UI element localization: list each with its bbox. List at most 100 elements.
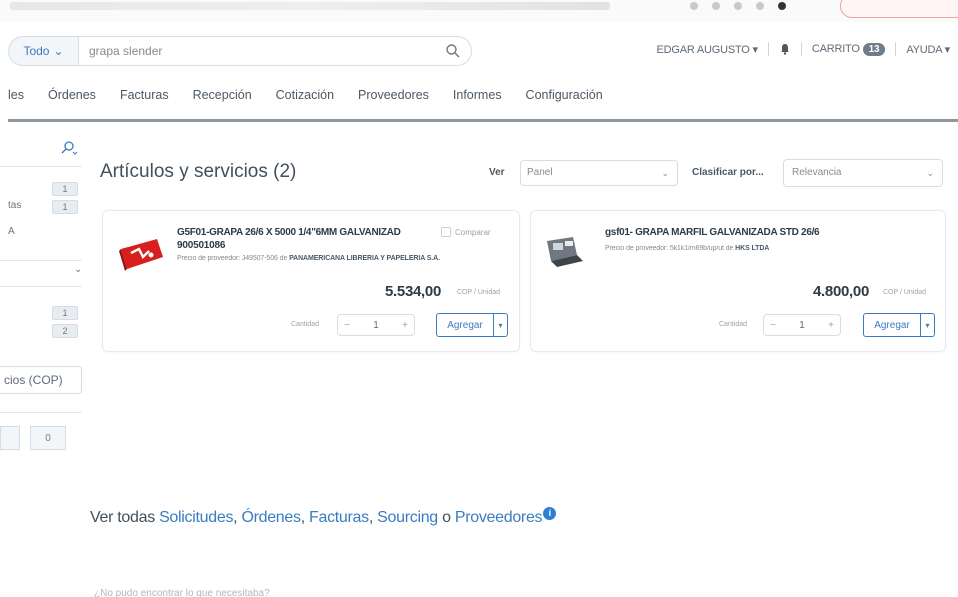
browser-icon[interactable]: [690, 2, 698, 10]
link-suppliers[interactable]: Proveedores: [455, 509, 543, 526]
search-scope-dropdown[interactable]: Todo ⌄: [8, 36, 78, 66]
chevron-down-icon[interactable]: ⌄: [74, 264, 82, 275]
menu-item-orders[interactable]: Órdenes: [36, 88, 108, 112]
menu-item-receiving[interactable]: Recepción: [181, 88, 264, 112]
divider: [767, 42, 769, 56]
quantity-label: Cantidad: [291, 321, 320, 328]
menu-divider: [8, 119, 958, 122]
chevron-down-icon: ⌄: [53, 44, 64, 58]
filter-count-badge: 1: [52, 182, 78, 196]
main-menu: les Órdenes Facturas Recepción Cotizació…: [0, 88, 615, 112]
link-sourcing[interactable]: Sourcing: [377, 509, 438, 526]
divider: [800, 42, 802, 56]
quantity-value[interactable]: 1: [782, 320, 822, 331]
search-bar: Todo ⌄ EDGAR AUGUSTO ▾ CARRITO 13 AYUDA …: [0, 34, 958, 70]
compare-label: Comparar: [455, 227, 491, 237]
search-icon[interactable]: [58, 140, 78, 156]
add-options-dropdown[interactable]: ▾: [921, 313, 935, 337]
filter-sidebar: 1 tas 1 A ⌄ 1 2 cios (COP) 0: [0, 130, 88, 460]
quantity-stepper[interactable]: − 1 +: [763, 314, 841, 336]
view-select[interactable]: Panel ⌄: [520, 160, 678, 186]
quantity-value[interactable]: 1: [356, 320, 396, 331]
help-text: ¿No pudo encontrar lo que necesitaba?: [94, 588, 270, 597]
info-icon[interactable]: i: [543, 507, 557, 520]
menu-item-suppliers[interactable]: Proveedores: [346, 88, 441, 112]
add-options-dropdown[interactable]: ▾: [494, 313, 508, 337]
product-code: 900501086: [177, 240, 226, 251]
browser-icon[interactable]: [734, 2, 742, 10]
compare-checkbox[interactable]: Comparar: [441, 227, 491, 237]
increment-button[interactable]: +: [396, 320, 414, 331]
checkbox[interactable]: [441, 227, 451, 237]
menu-item-reports[interactable]: Informes: [441, 88, 514, 112]
product-title[interactable]: gsf01- GRAPA MARFIL GALVANIZADA STD 26/6: [605, 227, 925, 239]
cart-label: CARRITO: [811, 43, 860, 55]
decrement-button[interactable]: −: [338, 320, 356, 331]
product-price: 5.534,00: [385, 283, 441, 300]
price-unit: COP / Unidad: [883, 289, 927, 296]
quantity-stepper[interactable]: − 1 +: [337, 314, 415, 336]
view-value: Panel: [527, 167, 553, 178]
filter-count-badge: 1: [52, 306, 78, 320]
cart-link[interactable]: CARRITO 13: [811, 43, 886, 56]
help-menu[interactable]: AYUDA ▾: [906, 43, 950, 56]
supplier-info: Precio de proveedor: J49507-506 de PANAM…: [177, 255, 507, 262]
supplier-prefix: Precio de proveedor: 5k1k1/m69b/up/ut de: [605, 245, 734, 252]
increment-button[interactable]: +: [822, 320, 840, 331]
bell-icon[interactable]: [779, 43, 791, 55]
product-price: 4.800,00: [813, 283, 869, 300]
results-title: Artículos y servicios (2): [100, 161, 297, 182]
price-unit: COP / Unidad: [457, 289, 501, 296]
user-name: EDGAR AUGUSTO: [656, 43, 750, 56]
decrement-button[interactable]: −: [764, 320, 782, 331]
user-menu[interactable]: EDGAR AUGUSTO ▾: [656, 43, 758, 56]
filter-count-badge: 2: [52, 324, 78, 338]
search-input[interactable]: [79, 44, 429, 58]
chevron-down-icon: ⌄: [661, 168, 669, 178]
view-all-prefix: Ver todas: [90, 509, 155, 526]
product-title[interactable]: G5F01-GRAPA 26/6 X 5000 1/4"6MM GALVANIZ…: [177, 227, 439, 239]
link-requests[interactable]: Solicitudes: [159, 509, 233, 526]
menu-item-invoices[interactable]: Facturas: [108, 88, 181, 112]
filter-label[interactable]: A: [8, 226, 15, 237]
menu-item-settings[interactable]: Configuración: [514, 88, 615, 112]
menu-item-requests[interactable]: les: [0, 88, 36, 112]
supplier-name[interactable]: PANAMERICANA LIBRERÍA Y PAPELERÍA S.A.: [289, 255, 440, 262]
price-min-input[interactable]: [0, 426, 20, 450]
view-all-line: Ver todas Solicitudes, Órdenes, Facturas…: [90, 507, 557, 527]
add-to-cart-button[interactable]: Agregar: [436, 313, 494, 337]
supplier-name[interactable]: HKS LTDA: [735, 245, 769, 252]
browser-icons: [690, 2, 786, 10]
chevron-down-icon: ⌄: [926, 168, 934, 178]
sort-select[interactable]: Relevancia ⌄: [783, 159, 943, 187]
search-icon[interactable]: [445, 43, 461, 59]
view-label: Ver: [489, 167, 505, 178]
divider: [0, 166, 82, 167]
product-image-staples-box[interactable]: [543, 231, 591, 271]
product-card: gsf01- GRAPA MARFIL GALVANIZADA STD 26/6…: [530, 210, 946, 352]
link-invoices[interactable]: Facturas: [309, 509, 369, 526]
price-max-input[interactable]: 0: [30, 426, 66, 450]
browser-action-pill[interactable]: [840, 0, 958, 18]
add-to-cart-button[interactable]: Agregar: [863, 313, 921, 337]
divider: [0, 412, 82, 413]
supplier-prefix: Precio de proveedor: J49507-506 de: [177, 255, 288, 262]
search-field: [78, 36, 472, 66]
profile-icon[interactable]: [778, 2, 786, 10]
browser-icon[interactable]: [712, 2, 720, 10]
filter-label[interactable]: tas: [8, 200, 21, 211]
product-image-staples-box[interactable]: [117, 235, 167, 275]
menu-item-quotes[interactable]: Cotización: [264, 88, 346, 112]
sort-value: Relevancia: [792, 167, 842, 178]
user-nav: EDGAR AUGUSTO ▾ CARRITO 13 AYUDA ▾: [656, 42, 950, 56]
filter-count-badge: 1: [52, 200, 78, 214]
divider: [895, 42, 897, 56]
currency-filter[interactable]: cios (COP): [0, 366, 82, 394]
quantity-label: Cantidad: [719, 321, 748, 328]
supplier-info: Precio de proveedor: 5k1k1/m69b/up/ut de…: [605, 245, 925, 252]
cart-count-badge: 13: [862, 43, 886, 56]
link-orders[interactable]: Órdenes: [241, 509, 301, 526]
product-card: G5F01-GRAPA 26/6 X 5000 1/4"6MM GALVANIZ…: [102, 210, 520, 352]
browser-url-area: [10, 2, 610, 10]
browser-icon[interactable]: [756, 2, 764, 10]
